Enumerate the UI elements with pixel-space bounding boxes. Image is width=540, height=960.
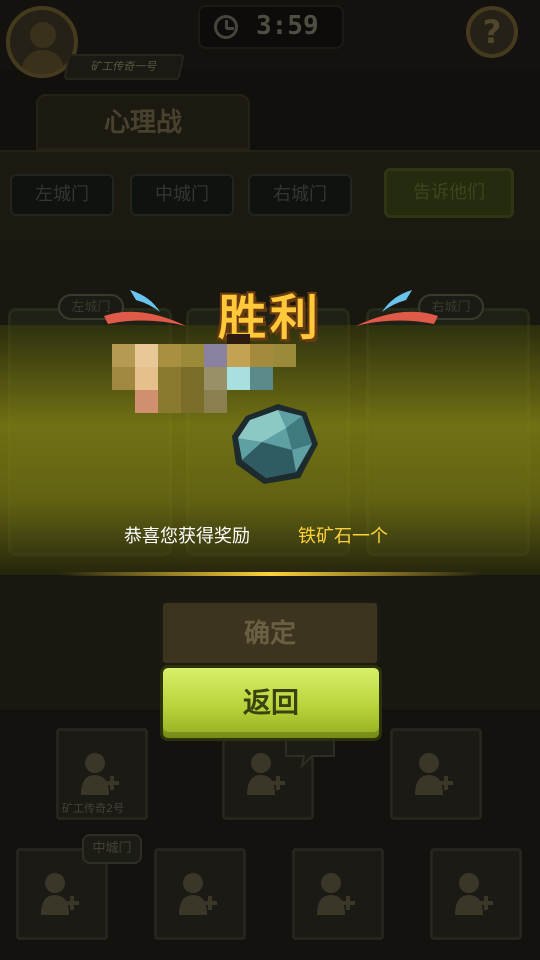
victory-title: 胜利 bbox=[217, 290, 322, 346]
left-ribbon-icon bbox=[104, 290, 186, 326]
reward-message: 恭喜您获得奖励 bbox=[124, 526, 250, 547]
confirm-button[interactable]: 确定 bbox=[160, 600, 380, 666]
reward-item-name: 铁矿石一个 bbox=[298, 526, 388, 547]
back-button[interactable]: 返回 bbox=[160, 665, 382, 741]
right-ribbon-icon bbox=[356, 290, 438, 326]
banner-divider bbox=[60, 572, 480, 576]
iron-ore-icon bbox=[232, 404, 318, 484]
